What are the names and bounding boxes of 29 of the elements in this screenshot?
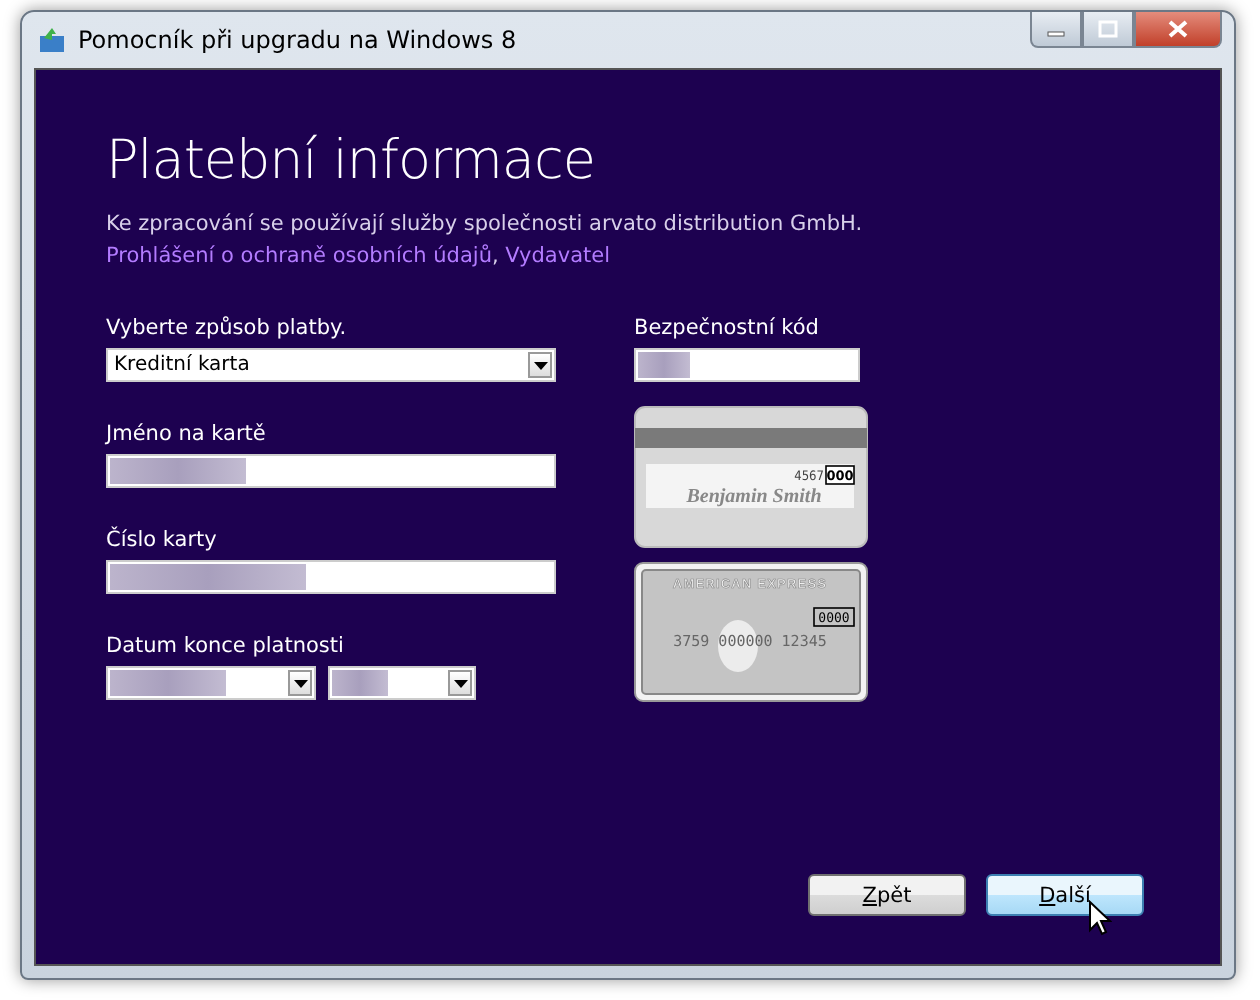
dropdown-arrow-icon [293,679,307,687]
maximize-icon [1098,20,1118,38]
field-label: Jméno na kartě [106,422,268,446]
maximize-button[interactable] [1082,12,1134,48]
payment-dropdown[interactable]: Kreditní karta [106,348,556,382]
cursor-icon [1088,900,1112,936]
close-icon [1168,20,1188,38]
input-field[interactable] [634,348,860,382]
link[interactable]: Vydavatel [505,244,611,268]
field-label: Bezpečnostní kód [634,316,821,340]
dropdown-arrow-icon [453,679,467,687]
notice-text: Ke zpracování se používají služby společnosti arvato distribution GmbH. [106,212,863,236]
separator: , [491,244,499,268]
app-icon [38,26,66,54]
card-name-text: Benjamin Smith [686,486,822,508]
page-heading: Platební informace [106,130,597,192]
link[interactable]: Prohlášení o ochraně osobních údajů [106,244,492,268]
field-label: Číslo karty [106,528,219,552]
minimize-button[interactable] [1030,12,1082,48]
close-button[interactable] [1134,12,1222,48]
field-label: Vyberte způsob platby. [106,316,349,340]
dropdown-arrow-icon [533,361,547,369]
month-dropdown[interactable] [106,666,316,700]
input-field[interactable] [106,560,556,594]
nav-button[interactable]: Zpět [808,874,966,916]
year-dropdown[interactable] [328,666,476,700]
input-field[interactable] [106,454,556,488]
field-label: Datum konce platnosti [106,634,346,658]
window-title: Pomocník při upgradu na Windows 8 [78,26,517,54]
